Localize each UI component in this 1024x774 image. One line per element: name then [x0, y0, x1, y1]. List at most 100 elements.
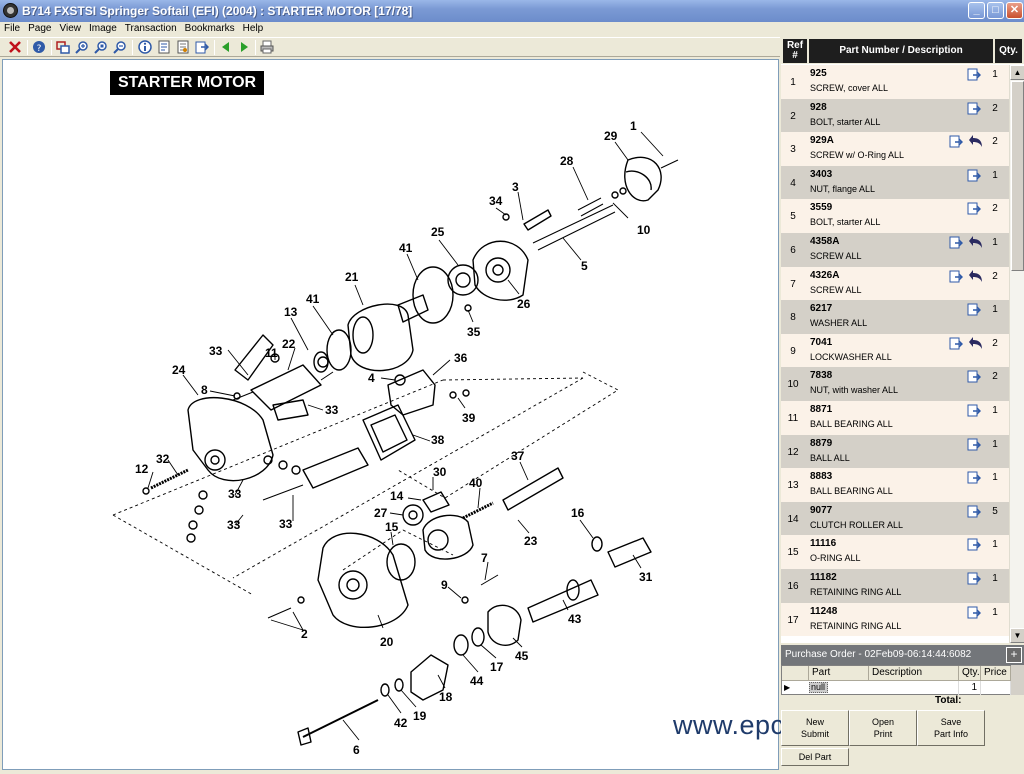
- add-to-order-icon[interactable]: [967, 202, 981, 215]
- po-column-price[interactable]: Price: [981, 666, 1011, 681]
- callout[interactable]: 32: [156, 452, 170, 466]
- callout[interactable]: 30: [433, 465, 447, 479]
- callout[interactable]: 33: [325, 403, 339, 417]
- callout[interactable]: 45: [515, 649, 529, 663]
- supersession-arrow-icon[interactable]: [968, 336, 984, 350]
- parts-list-row[interactable]: 17 11248 RETAINING RING ALL 1: [781, 602, 1009, 637]
- add-to-order-icon[interactable]: [949, 135, 963, 148]
- callout[interactable]: 27: [374, 506, 388, 520]
- parts-list-row[interactable]: 3 929A SCREW w/ O-Ring ALL 2: [781, 132, 1009, 166]
- part-number[interactable]: 925: [810, 68, 827, 79]
- add-to-order-icon[interactable]: [967, 169, 981, 182]
- part-number[interactable]: 7041: [810, 337, 832, 348]
- part-number[interactable]: 8871: [810, 404, 832, 415]
- part-number[interactable]: 8883: [810, 471, 832, 482]
- part-number[interactable]: 4358A: [810, 236, 839, 247]
- callout[interactable]: 38: [431, 433, 445, 447]
- add-to-order-icon[interactable]: [967, 538, 981, 551]
- parts-list-row[interactable]: 8 6217 WASHER ALL 1: [781, 300, 1009, 334]
- document-icon[interactable]: [157, 40, 171, 54]
- callout[interactable]: 41: [306, 292, 320, 306]
- callout[interactable]: 31: [639, 570, 653, 584]
- exploded-parts-diagram[interactable]: 1 29 28 10 3 34 25 41 26 5 21 41 13 35 3…: [3, 60, 778, 769]
- callout[interactable]: 26: [517, 297, 531, 311]
- document-list-icon[interactable]: [176, 40, 190, 54]
- part-number[interactable]: 11116: [810, 538, 836, 549]
- menu-file[interactable]: File: [0, 22, 24, 36]
- zoom-in-icon[interactable]: [75, 40, 89, 54]
- supersession-arrow-icon[interactable]: [968, 134, 984, 148]
- parts-list-row[interactable]: 10 7838 NUT, with washer ALL 2: [781, 367, 1009, 401]
- back-arrow-icon[interactable]: [219, 40, 233, 54]
- add-to-order-icon[interactable]: [967, 606, 981, 619]
- add-to-order-icon[interactable]: [967, 404, 981, 417]
- callout[interactable]: 20: [380, 635, 394, 649]
- print-icon[interactable]: [260, 40, 274, 54]
- add-to-order-icon[interactable]: [967, 505, 981, 518]
- po-column-part[interactable]: Part: [809, 666, 869, 681]
- callout[interactable]: 2: [301, 627, 308, 641]
- parts-list-row[interactable]: 9 7041 LOCKWASHER ALL 2: [781, 333, 1009, 368]
- callout[interactable]: 35: [467, 325, 481, 339]
- callout[interactable]: 43: [568, 612, 582, 626]
- column-part[interactable]: Part Number / Description: [809, 39, 993, 63]
- new-submit-button[interactable]: New Submit: [781, 710, 849, 746]
- scroll-thumb[interactable]: [1011, 81, 1024, 271]
- add-to-order-icon[interactable]: [967, 572, 981, 585]
- zoom-out-icon[interactable]: [113, 40, 127, 54]
- scroll-up-icon[interactable]: ▲: [1010, 65, 1024, 80]
- add-to-order-icon[interactable]: [949, 270, 963, 283]
- parts-list-row[interactable]: 11 8871 BALL BEARING ALL 1: [781, 401, 1009, 435]
- column-qty[interactable]: Qty.: [995, 39, 1022, 63]
- callout[interactable]: 33: [209, 344, 223, 358]
- parts-list-row[interactable]: 15 11116 O-RING ALL 1: [781, 535, 1009, 569]
- add-to-order-icon[interactable]: [967, 102, 981, 115]
- po-qty-cell[interactable]: 1: [959, 681, 981, 695]
- supersession-arrow-icon[interactable]: [968, 235, 984, 249]
- add-to-order-icon[interactable]: [949, 236, 963, 249]
- parts-list-row[interactable]: 5 3559 BOLT, starter ALL 2: [781, 199, 1009, 233]
- diagram-callouts[interactable]: 1 29 28 10 3 34 25 41 26 5 21 41 13 35 3…: [135, 119, 653, 757]
- menu-view[interactable]: View: [55, 22, 85, 36]
- print-preview-icon[interactable]: [56, 40, 70, 54]
- po-price-cell[interactable]: [981, 681, 1011, 695]
- callout[interactable]: 36: [454, 351, 468, 365]
- part-number[interactable]: 9077: [810, 505, 832, 516]
- add-to-order-icon[interactable]: [967, 438, 981, 451]
- del-part-button[interactable]: Del Part: [781, 748, 849, 766]
- callout[interactable]: 39: [462, 411, 476, 425]
- menu-bookmarks[interactable]: Bookmarks: [181, 22, 239, 36]
- part-number[interactable]: 8879: [810, 438, 832, 449]
- part-number[interactable]: 928: [810, 102, 827, 113]
- help-icon[interactable]: ?: [32, 40, 46, 54]
- callout[interactable]: 10: [637, 223, 651, 237]
- parts-scrollbar[interactable]: ▲ ▼: [1009, 65, 1024, 643]
- callout[interactable]: 33: [279, 517, 293, 531]
- save-partinfo-button[interactable]: Save Part Info: [917, 710, 985, 746]
- callout[interactable]: 25: [431, 225, 445, 239]
- callout[interactable]: 14: [390, 489, 404, 503]
- open-print-button[interactable]: Open Print: [849, 710, 917, 746]
- menu-image[interactable]: Image: [85, 22, 121, 36]
- callout[interactable]: 29: [604, 129, 618, 143]
- parts-list[interactable]: 1 925 SCREW, cover ALL 1 2 928 BOLT, starter A…: [781, 65, 1009, 643]
- callout[interactable]: 33: [227, 518, 241, 532]
- po-part-input[interactable]: null: [809, 682, 828, 693]
- callout[interactable]: 40: [469, 476, 483, 490]
- parts-list-row[interactable]: 13 8883 BALL BEARING ALL 1: [781, 468, 1009, 502]
- add-order-button[interactable]: +: [1006, 647, 1022, 663]
- forward-arrow-icon[interactable]: [237, 40, 251, 54]
- callout[interactable]: 17: [490, 660, 504, 674]
- diagram-viewer[interactable]: STARTER MOTOR 1 29 28 10 3 34 25 41 26 5…: [2, 59, 935, 770]
- menu-help[interactable]: Help: [239, 22, 268, 36]
- add-to-order-icon[interactable]: [949, 337, 963, 350]
- add-to-order-icon[interactable]: [967, 370, 981, 383]
- po-scrollbar[interactable]: [1011, 665, 1024, 695]
- part-number[interactable]: 929A: [810, 135, 834, 146]
- close-icon[interactable]: [8, 40, 22, 54]
- callout[interactable]: 37: [511, 449, 525, 463]
- part-number[interactable]: 4326A: [810, 270, 839, 281]
- callout[interactable]: 34: [489, 194, 503, 208]
- callout[interactable]: 22: [282, 337, 296, 351]
- callout[interactable]: 41: [399, 241, 413, 255]
